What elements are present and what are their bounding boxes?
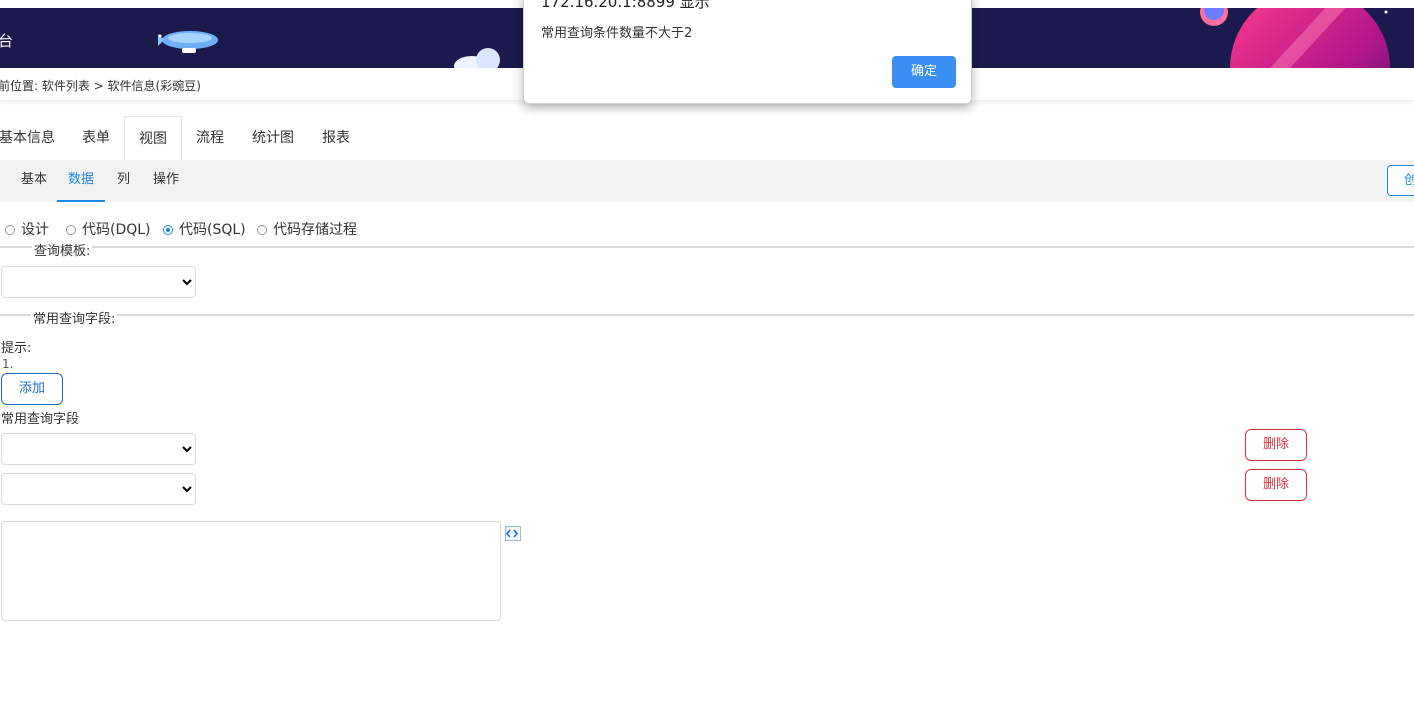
common-fields-legend: 常用查询字段: xyxy=(31,308,118,327)
tab-chart[interactable]: 统计图 xyxy=(252,116,294,160)
radio-code-sql[interactable]: 代码(SQL) xyxy=(163,219,246,239)
radio-label: 代码(SQL) xyxy=(179,222,246,238)
query-template-legend: 查询模板: xyxy=(32,240,93,259)
cloud-icon xyxy=(454,48,500,68)
query-template-select[interactable] xyxy=(1,266,196,298)
radio-label: 设计 xyxy=(21,222,49,238)
delete-button-1[interactable]: 删除 xyxy=(1245,429,1307,461)
sub-tabs: 基本 数据 列 操作 xyxy=(0,160,1414,202)
dialog-title: 172.16.20.1:8899 显示 xyxy=(541,0,710,11)
tab-form[interactable]: 表单 xyxy=(82,116,110,160)
common-field-select-1[interactable] xyxy=(1,433,196,465)
hint-label: 提示: xyxy=(1,341,32,356)
radio-stored-procedure[interactable]: 代码存储过程 xyxy=(257,219,357,239)
tab-basic-info[interactable]: 基本信息 xyxy=(0,116,55,160)
alert-dialog: 172.16.20.1:8899 显示 常用查询条件数量不大于2 确定 xyxy=(523,0,972,104)
main-tabs: 基本信息 表单 视图 流程 统计图 报表 xyxy=(0,116,1414,161)
radio-dot xyxy=(66,225,76,235)
tab-view[interactable]: 视图 xyxy=(124,116,182,160)
add-button[interactable]: 添加 xyxy=(1,373,63,405)
subtab-actions[interactable]: 操作 xyxy=(153,160,179,202)
radio-code-dql[interactable]: 代码(DQL) xyxy=(66,219,151,239)
radio-dot xyxy=(257,225,267,235)
radio-dot xyxy=(5,225,15,235)
subtab-basic[interactable]: 基本 xyxy=(21,160,47,202)
dialog-ok-button[interactable]: 确定 xyxy=(892,56,956,88)
create-button[interactable]: 创 xyxy=(1387,165,1414,196)
breadcrumb: 前位置: 软件列表 > 软件信息(彩豌豆) xyxy=(0,79,201,93)
hint-item: 1. xyxy=(2,357,14,371)
sql-code-textarea[interactable] xyxy=(1,521,501,621)
radio-dot-checked xyxy=(163,225,173,235)
radio-label: 代码(DQL) xyxy=(82,222,151,238)
query-template-divider xyxy=(0,246,1414,248)
code-editor-icon[interactable] xyxy=(505,526,521,541)
radio-label: 代码存储过程 xyxy=(273,222,357,238)
airship-icon xyxy=(158,31,218,53)
planet-illustration xyxy=(1200,8,1390,68)
subtab-data[interactable]: 数据 xyxy=(57,160,105,202)
common-fields-divider xyxy=(0,314,1414,316)
radio-design[interactable]: 设计 xyxy=(5,219,49,239)
common-field-select-2[interactable] xyxy=(1,473,196,505)
app-title: 台 xyxy=(0,32,14,50)
subtab-columns[interactable]: 列 xyxy=(117,160,130,202)
common-fields-label: 常用查询字段 xyxy=(1,412,80,427)
tab-report[interactable]: 报表 xyxy=(322,116,350,160)
delete-button-2[interactable]: 删除 xyxy=(1245,469,1307,501)
dialog-message: 常用查询条件数量不大于2 xyxy=(541,26,693,41)
tab-workflow[interactable]: 流程 xyxy=(196,116,224,160)
